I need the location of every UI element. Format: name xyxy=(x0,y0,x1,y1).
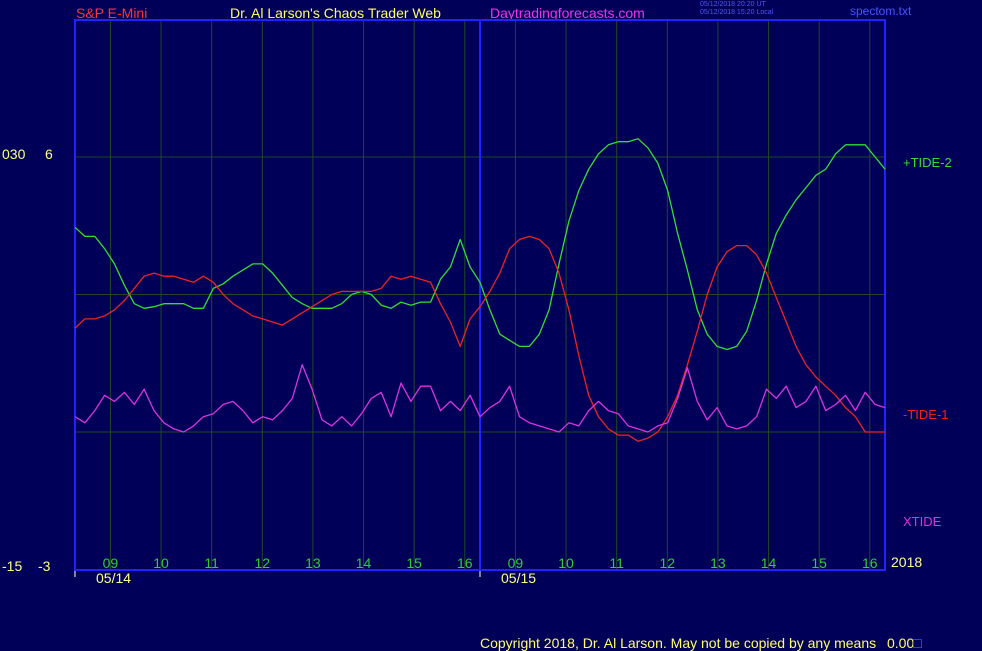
hour-label-14: 15 xyxy=(811,555,827,571)
copyright-notice: Copyright 2018, Dr. Al Larson. May not b… xyxy=(480,635,877,651)
date-label-0: 05/14 xyxy=(96,570,131,586)
hour-label-5: 14 xyxy=(356,555,372,571)
hour-label-13: 14 xyxy=(761,555,777,571)
hour-label-4: 13 xyxy=(305,555,321,571)
tide-chart: 09 10 11 12 13 14 15 16 09 10 11 12 13 14 15 16 05/14 05/… xyxy=(74,19,886,586)
footer-value: 0.00 xyxy=(887,635,915,651)
hour-label-1: 10 xyxy=(153,555,169,571)
hour-label-3: 12 xyxy=(255,555,271,571)
footer-box-icon xyxy=(913,639,922,648)
hour-label-2: 11 xyxy=(204,555,219,571)
hour-label-10: 11 xyxy=(609,555,624,571)
hour-label-12: 13 xyxy=(710,555,726,571)
hour-label-15: 16 xyxy=(862,555,878,571)
hour-label-0: 09 xyxy=(103,555,119,571)
hour-label-11: 12 xyxy=(660,555,676,571)
hour-label-6: 15 xyxy=(406,555,422,571)
hour-label-8: 09 xyxy=(508,555,524,571)
hour-label-7: 16 xyxy=(457,555,473,571)
date-label-1: 05/15 xyxy=(501,570,536,586)
hour-label-9: 10 xyxy=(558,555,574,571)
